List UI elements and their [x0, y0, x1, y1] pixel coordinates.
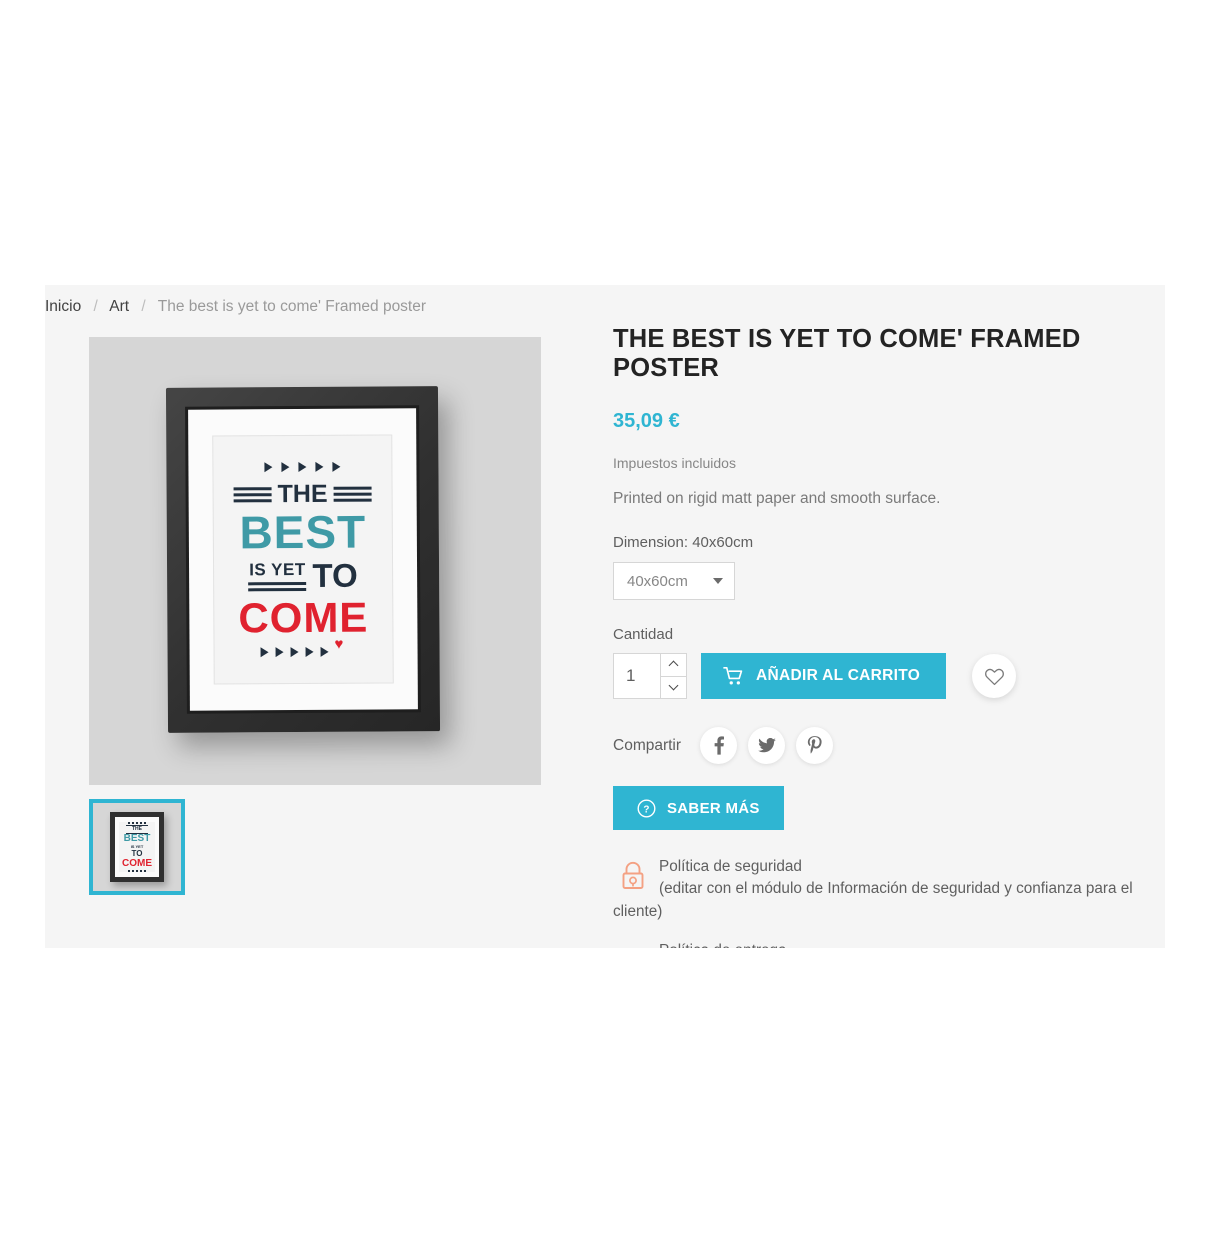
- chevron-down-icon: [670, 684, 678, 692]
- poster-word-come: COME: [238, 593, 369, 642]
- rule-bars-left: [233, 487, 272, 503]
- policy-list: Política de seguridad (editar con el mód…: [613, 856, 1153, 948]
- more-info-label: SABER MÁS: [667, 799, 760, 817]
- twitter-icon: [757, 738, 776, 753]
- share-pinterest-button[interactable]: [796, 727, 834, 765]
- rule-bars-under: [248, 581, 307, 591]
- chevron-down-icon: [713, 578, 723, 585]
- breadcrumb-item-art[interactable]: Art: [109, 298, 129, 315]
- triangle-icon: [305, 646, 314, 657]
- thumbnail-frame: THE BEST IS YET TO COME: [110, 812, 164, 882]
- quantity-increase-button[interactable]: [661, 654, 686, 676]
- shopping-cart-icon: [723, 666, 743, 685]
- wishlist-button[interactable]: [972, 654, 1017, 699]
- thumb-dots-bottom: [128, 870, 146, 872]
- poster-artwork: THE BEST IS YET TO COME ♥: [212, 434, 394, 685]
- more-info-button[interactable]: ? SABER MÁS: [613, 786, 784, 831]
- policy-item-security: Política de seguridad (editar con el mód…: [613, 856, 1153, 923]
- poster-word-the: THE: [277, 479, 328, 509]
- share-twitter-button[interactable]: [748, 727, 786, 765]
- quantity-decrease-button[interactable]: [661, 675, 686, 699]
- poster-word-isyet: IS YET: [249, 559, 306, 579]
- dimension-select[interactable]: 40x60cm: [613, 562, 735, 601]
- poster-line-the: THE: [221, 479, 385, 509]
- rule-bars-right: [333, 486, 372, 502]
- triangle-icon: [315, 461, 324, 472]
- heart-icon: [336, 647, 347, 657]
- chevron-up-icon: [670, 661, 678, 669]
- triangle-icon: [281, 462, 290, 473]
- svg-text:?: ?: [643, 804, 649, 815]
- poster-word-to: TO: [312, 556, 358, 594]
- main-product-image[interactable]: THE BEST IS YET TO COME ♥: [89, 337, 541, 785]
- thumb-word-to: TO: [131, 849, 143, 858]
- policy-title: Política de entrega: [613, 940, 1153, 948]
- triangle-icon: [260, 647, 269, 658]
- product-short-description: Printed on rigid matt paper and smooth s…: [613, 489, 941, 507]
- share-label: Compartir: [613, 736, 682, 754]
- facebook-icon: [714, 736, 724, 755]
- quantity-input[interactable]: [614, 654, 660, 699]
- product-details: THE BEST IS YET TO COME' FRAMED POSTER 3…: [613, 325, 1153, 948]
- quantity-stepper[interactable]: [613, 653, 687, 700]
- thumbnail-item-0[interactable]: THE BEST IS YET TO COME: [89, 799, 185, 895]
- triangle-icon: [320, 646, 329, 657]
- breadcrumb-separator: /: [93, 298, 98, 315]
- question-circle-icon: ?: [637, 799, 656, 818]
- add-to-cart-row: AÑADIR AL CARRITO: [613, 653, 1153, 700]
- breadcrumb-item-inicio[interactable]: Inicio: [45, 298, 81, 315]
- poster-frame: THE BEST IS YET TO COME ♥: [165, 386, 441, 733]
- policy-title: Política de seguridad: [659, 858, 802, 876]
- triangle-icon: [264, 462, 273, 473]
- thumb-word-the: THE: [132, 825, 142, 832]
- triangle-icon: [298, 461, 307, 473]
- share-facebook-button[interactable]: [700, 727, 738, 765]
- product-gallery: THE BEST IS YET TO COME ♥ THE BEST IS YE…: [89, 337, 541, 895]
- policy-body: (editar con el módulo de Información de …: [613, 880, 1133, 920]
- add-to-cart-button[interactable]: AÑADIR AL CARRITO: [701, 653, 947, 700]
- pinterest-icon: [807, 736, 822, 754]
- triangle-icon: [275, 647, 284, 658]
- page-title: THE BEST IS YET TO COME' FRAMED POSTER: [613, 325, 1081, 383]
- dimension-label: Dimension: 40x60cm: [613, 534, 754, 552]
- thumb-dots-top: [128, 822, 146, 824]
- policy-item-delivery: Política de entrega (editar con el módul…: [613, 940, 1153, 948]
- breadcrumb-item-current: The best is yet to come' Framed poster: [157, 298, 427, 315]
- poster-word-best: BEST: [239, 505, 367, 559]
- poster-line-isyet-to: IS YET TO: [248, 556, 358, 594]
- truck-icon: [630, 947, 636, 948]
- product-page-container: Inicio / Art / The best is yet to come' …: [45, 285, 1165, 948]
- thumb-word-best: BEST: [123, 833, 151, 844]
- quantity-label: Cantidad: [613, 626, 674, 644]
- heart-icon: [984, 668, 1004, 685]
- product-price: 35,09 €: [613, 409, 680, 432]
- breadcrumb: Inicio / Art / The best is yet to come' …: [45, 297, 426, 317]
- breadcrumb-separator: /: [141, 298, 146, 315]
- thumbnail-strip: THE BEST IS YET TO COME: [89, 799, 541, 895]
- tax-note: Impuestos incluidos: [613, 454, 736, 471]
- dimension-selected-value: 40x60cm: [627, 572, 688, 590]
- add-to-cart-label: AÑADIR AL CARRITO: [756, 667, 921, 685]
- arrow-row-bottom: [260, 646, 347, 658]
- triangle-icon: [332, 461, 341, 472]
- arrow-row-top: [264, 461, 341, 473]
- share-row: Compartir: [613, 727, 1153, 765]
- thumb-word-come: COME: [122, 858, 152, 869]
- triangle-icon: [290, 647, 299, 658]
- lock-icon: [622, 862, 644, 890]
